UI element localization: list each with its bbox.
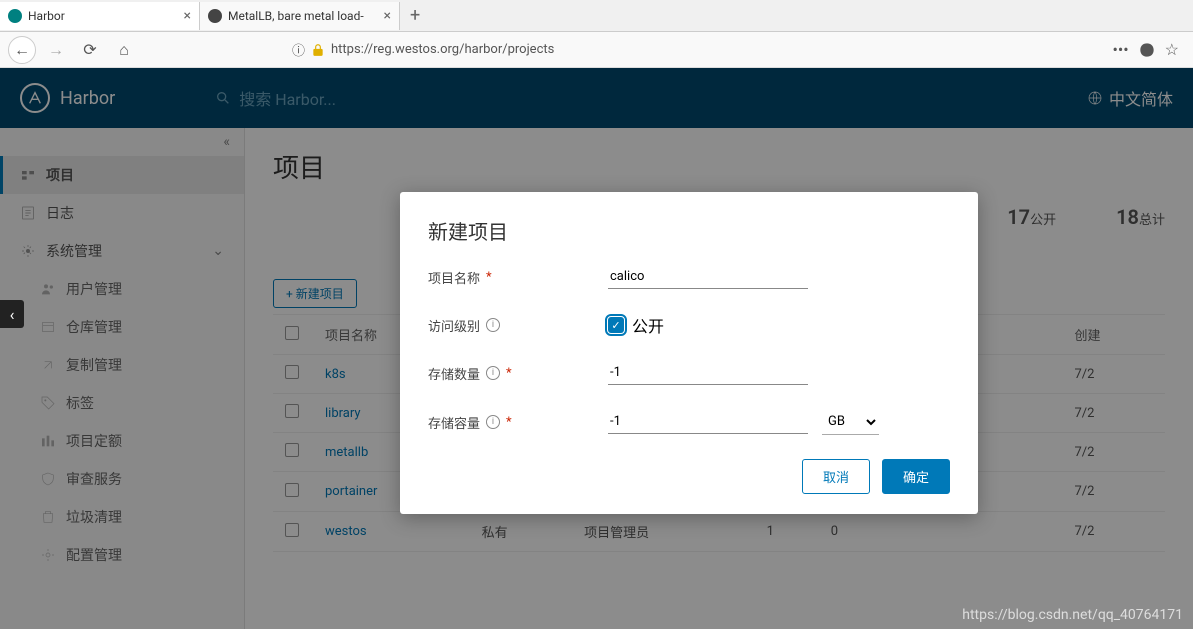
watermark: https://blog.csdn.net/qq_40764171 <box>962 607 1183 623</box>
new-project-dialog: 新建项目 项目名称 * 访问级别 i ✓ 公开 存储数量 i * 存储容量 i … <box>400 192 978 514</box>
public-checkbox[interactable]: ✓ <box>608 317 624 333</box>
required-icon: * <box>506 415 512 430</box>
more-icon[interactable]: ••• <box>1112 40 1128 59</box>
tab-title: Harbor <box>28 9 178 23</box>
info-icon[interactable]: i <box>486 415 500 429</box>
name-label: 项目名称 <box>428 268 480 287</box>
reload-button[interactable]: ⟳ <box>76 36 104 64</box>
browser-toolbar: ← → ⟳ ⌂ ⓘ https://reg.westos.org/harbor/… <box>0 32 1193 68</box>
close-icon[interactable]: × <box>384 8 391 24</box>
pocket-icon[interactable] <box>1139 42 1155 58</box>
cancel-button[interactable]: 取消 <box>802 459 870 494</box>
favicon-icon <box>8 9 22 23</box>
storage-unit-select[interactable]: GB <box>822 409 879 435</box>
browser-tab-harbor[interactable]: Harbor × <box>0 2 200 30</box>
storage-label: 存储容量 <box>428 413 480 432</box>
required-icon: * <box>506 366 512 381</box>
favicon-icon <box>208 9 222 23</box>
bookmark-icon[interactable]: ☆ <box>1165 40 1179 59</box>
lock-icon <box>311 43 325 57</box>
url-text: https://reg.westos.org/harbor/projects <box>331 42 554 57</box>
tab-title: MetalLB, bare metal load- <box>228 9 378 23</box>
public-label: 公开 <box>632 313 664 337</box>
close-icon[interactable]: × <box>184 8 191 24</box>
browser-tab-metallb[interactable]: MetalLB, bare metal load- × <box>200 2 400 30</box>
address-bar[interactable]: ⓘ https://reg.westos.org/harbor/projects <box>284 37 1106 63</box>
info-icon[interactable]: i <box>486 318 500 332</box>
count-limit-input[interactable] <box>608 361 808 385</box>
access-label: 访问级别 <box>428 316 480 335</box>
info-icon[interactable]: i <box>486 366 500 380</box>
forward-button[interactable]: → <box>42 36 70 64</box>
info-icon: ⓘ <box>292 40 305 59</box>
side-handle[interactable]: ‹ <box>0 300 24 328</box>
browser-tab-bar: Harbor × MetalLB, bare metal load- × + <box>0 0 1193 32</box>
new-tab-button[interactable]: + <box>400 5 430 26</box>
project-name-input[interactable] <box>608 265 808 289</box>
back-button[interactable]: ← <box>8 36 36 64</box>
home-button[interactable]: ⌂ <box>110 36 138 64</box>
storage-limit-input[interactable] <box>608 410 808 434</box>
count-label: 存储数量 <box>428 364 480 383</box>
required-icon: * <box>486 270 492 285</box>
dialog-title: 新建项目 <box>428 216 950 245</box>
confirm-button[interactable]: 确定 <box>882 459 950 494</box>
